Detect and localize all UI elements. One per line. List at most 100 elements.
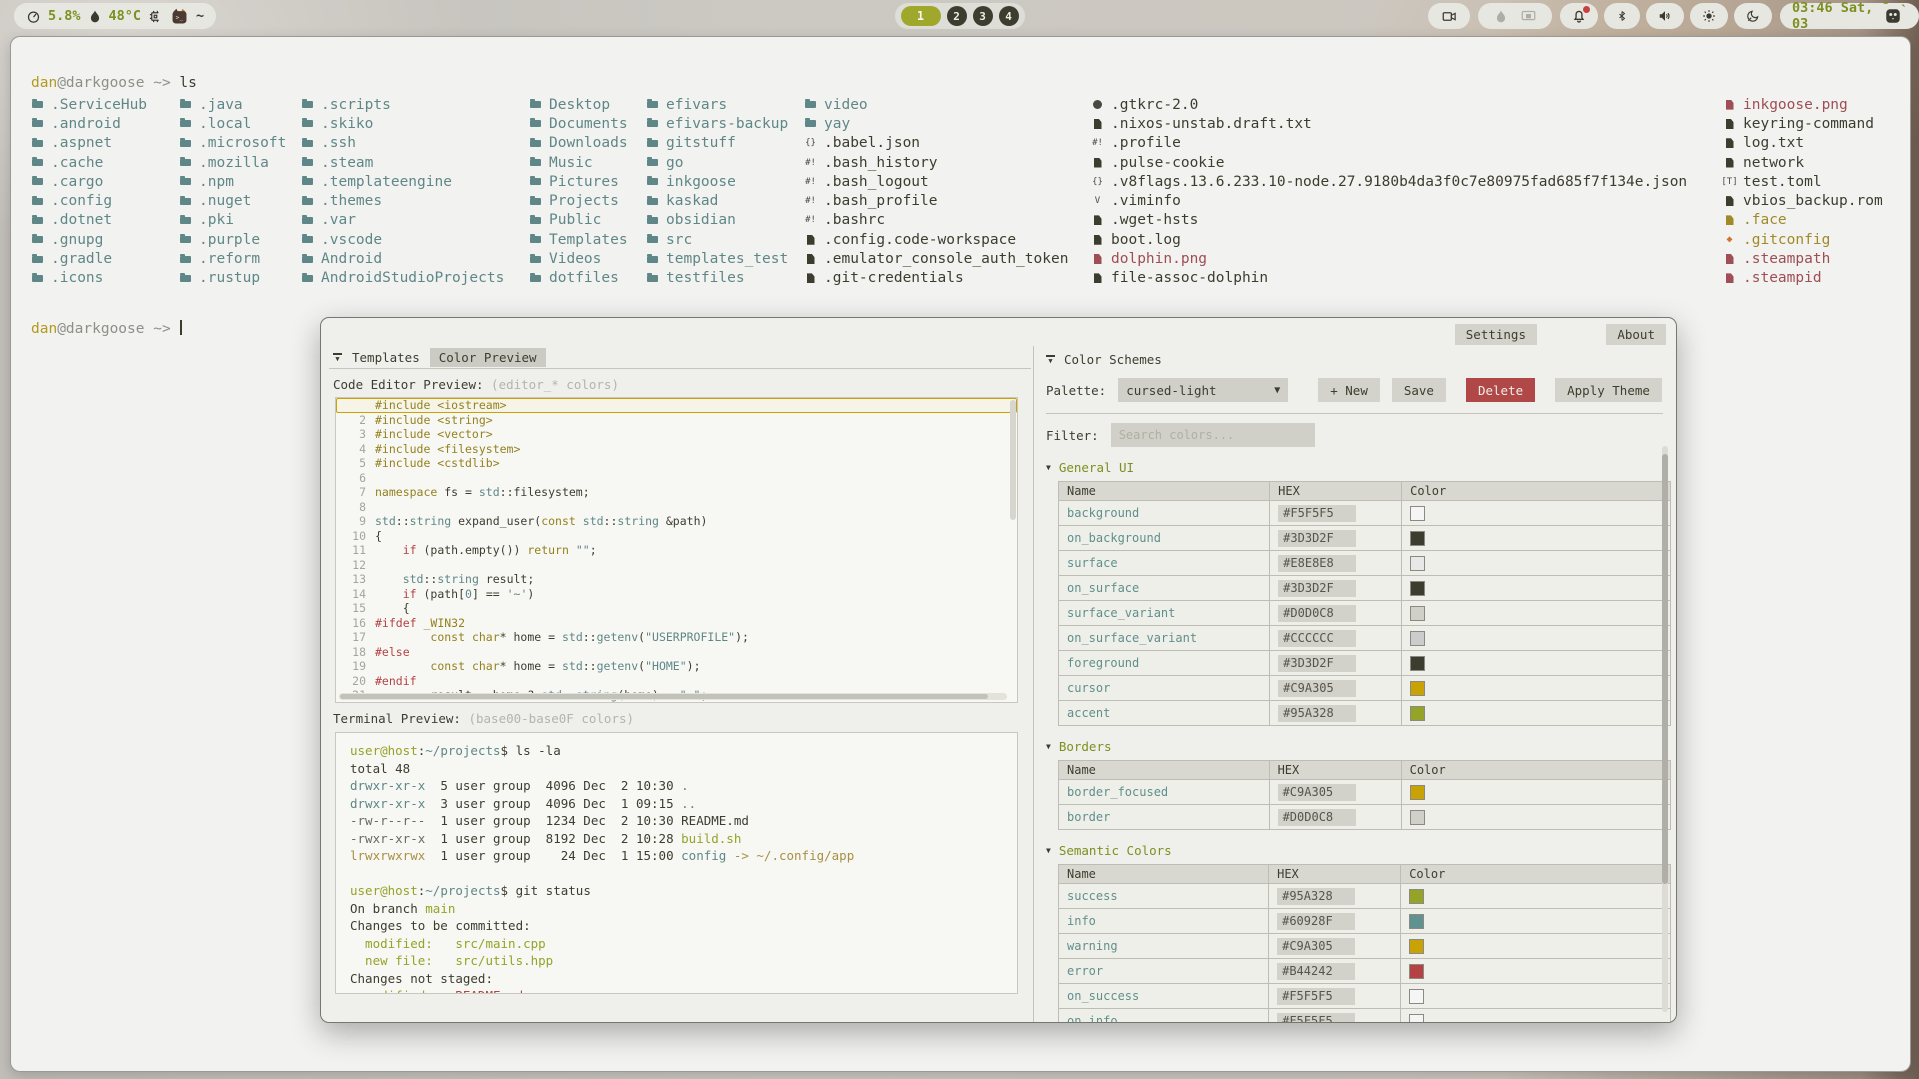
new-palette-button[interactable]: + New [1318, 378, 1380, 402]
list-item[interactable]: .nuget [179, 191, 286, 210]
workspace-3[interactable]: 3 [973, 6, 993, 26]
list-item[interactable]: .purple [179, 230, 286, 249]
focused-app-pill[interactable]: >_ ~ [158, 3, 216, 29]
list-item[interactable]: testfiles [646, 269, 788, 288]
list-item[interactable]: video [804, 95, 1068, 114]
color-name-cell[interactable]: on_info [1059, 1009, 1269, 1023]
list-item[interactable]: .face [1723, 211, 1883, 230]
list-item[interactable]: AndroidStudioProjects [301, 269, 504, 288]
hex-value-field[interactable]: #C9A305 [1278, 784, 1356, 801]
list-item[interactable]: .java [179, 95, 286, 114]
list-item[interactable]: obsidian [646, 211, 788, 230]
list-item[interactable]: .git-credentials [804, 269, 1068, 288]
list-item[interactable]: .var [301, 211, 504, 230]
list-item[interactable]: .skiko [301, 114, 504, 133]
list-item[interactable]: boot.log [1091, 230, 1687, 249]
list-item[interactable]: .gtkrc-2.0 [1091, 95, 1687, 114]
screencast-pill[interactable] [1428, 3, 1470, 29]
list-item[interactable]: Downloads [529, 134, 628, 153]
section-title[interactable]: ▼Semantic Colors [1046, 843, 1671, 858]
list-item[interactable]: inkgoose [646, 172, 788, 191]
color-swatch[interactable] [1410, 631, 1425, 646]
list-item[interactable]: .steam [301, 153, 504, 172]
workspace-1[interactable]: 1 [901, 6, 941, 26]
list-item[interactable]: src [646, 230, 788, 249]
list-item[interactable]: .steampid [1723, 269, 1883, 288]
color-name-cell[interactable]: on_surface_variant [1059, 626, 1270, 651]
settings-button[interactable]: Settings [1455, 324, 1537, 345]
delete-button[interactable]: Delete [1466, 378, 1535, 402]
hex-value-field[interactable]: #95A328 [1277, 888, 1355, 905]
list-item[interactable]: gitstuff [646, 134, 788, 153]
tab-templates[interactable]: Templates [352, 350, 420, 365]
filter-input[interactable] [1111, 423, 1315, 447]
list-item[interactable]: .microsoft [179, 134, 286, 153]
list-item[interactable]: [T]test.toml [1723, 172, 1883, 191]
about-button[interactable]: About [1606, 324, 1666, 345]
color-name-cell[interactable]: cursor [1059, 676, 1270, 701]
list-item[interactable]: .reform [179, 249, 286, 268]
list-item[interactable]: go [646, 153, 788, 172]
list-item[interactable]: Documents [529, 114, 628, 133]
color-name-cell[interactable]: foreground [1059, 651, 1270, 676]
color-swatch[interactable] [1409, 939, 1424, 954]
list-item[interactable]: ◆.gitconfig [1723, 230, 1883, 249]
list-item[interactable]: .scripts [301, 95, 504, 114]
notifications-pill[interactable] [1560, 3, 1598, 29]
list-item[interactable]: keyring-command [1723, 114, 1883, 133]
list-item[interactable]: .vscode [301, 230, 504, 249]
color-name-cell[interactable]: on_success [1059, 984, 1269, 1009]
color-name-cell[interactable]: surface [1059, 551, 1270, 576]
list-item[interactable]: .icons [31, 269, 147, 288]
list-item[interactable]: network [1723, 153, 1883, 172]
list-item[interactable]: .pki [179, 211, 286, 230]
list-item[interactable]: .cargo [31, 172, 147, 191]
color-swatch[interactable] [1409, 989, 1424, 1004]
list-item[interactable]: Pictures [529, 172, 628, 191]
section-title[interactable]: ▼General UI [1046, 460, 1671, 475]
color-swatch[interactable] [1409, 1014, 1424, 1023]
color-swatch[interactable] [1409, 964, 1424, 979]
list-item[interactable]: .dotnet [31, 211, 147, 230]
color-swatch[interactable] [1410, 810, 1425, 825]
list-item[interactable]: Public [529, 211, 628, 230]
color-name-cell[interactable]: error [1059, 959, 1269, 984]
hex-value-field[interactable]: #D0D0C8 [1278, 809, 1356, 826]
list-item[interactable]: .steampath [1723, 249, 1883, 268]
list-item[interactable]: efivars [646, 95, 788, 114]
workspace-4[interactable]: 4 [999, 6, 1019, 26]
hex-value-field[interactable]: #B44242 [1277, 963, 1355, 980]
hex-value-field[interactable]: #E8E8E8 [1278, 555, 1356, 572]
list-item[interactable]: .rustup [179, 269, 286, 288]
list-item[interactable]: .android [31, 114, 147, 133]
color-name-cell[interactable]: accent [1059, 701, 1270, 726]
color-swatch[interactable] [1410, 606, 1425, 621]
list-item[interactable]: .aspnet [31, 134, 147, 153]
list-item[interactable]: log.txt [1723, 134, 1883, 153]
list-item[interactable]: #!.profile [1091, 134, 1687, 153]
color-name-cell[interactable]: info [1059, 909, 1269, 934]
list-item[interactable]: .themes [301, 191, 504, 210]
list-item[interactable]: #!.bash_profile [804, 191, 1068, 210]
color-swatch[interactable] [1410, 681, 1425, 696]
list-item[interactable]: .ssh [301, 134, 504, 153]
brightness-pill[interactable] [1690, 3, 1728, 29]
list-item[interactable]: yay [804, 114, 1068, 133]
code-horizontal-scrollbar[interactable] [339, 693, 1007, 700]
list-item[interactable]: .nixos-unstab.draft.txt [1091, 114, 1687, 133]
hex-value-field[interactable]: #F5F5F5 [1277, 988, 1355, 1005]
hex-value-field[interactable]: #95A328 [1278, 705, 1356, 722]
list-item[interactable]: .local [179, 114, 286, 133]
color-swatch[interactable] [1410, 506, 1425, 521]
terminal-preview[interactable]: user@host:~/projects$ ls -latotal 48drwx… [335, 732, 1018, 994]
color-name-cell[interactable]: border_focused [1059, 780, 1270, 805]
tab-color-preview[interactable]: Color Preview [430, 348, 546, 367]
color-swatch[interactable] [1409, 914, 1424, 929]
list-item[interactable]: inkgoose.png [1723, 95, 1883, 114]
collapse-icon[interactable]: ▼ [333, 353, 342, 362]
list-item[interactable]: Music [529, 153, 628, 172]
list-item[interactable]: dolphin.png [1091, 249, 1687, 268]
list-item[interactable]: #!.bash_logout [804, 172, 1068, 191]
list-item[interactable]: Templates [529, 230, 628, 249]
list-item[interactable]: #!.bashrc [804, 211, 1068, 230]
